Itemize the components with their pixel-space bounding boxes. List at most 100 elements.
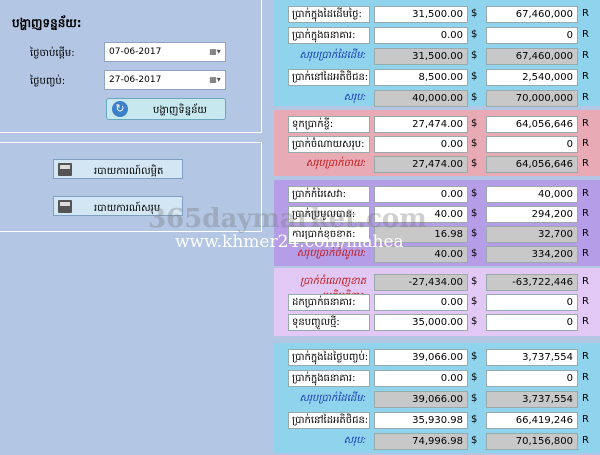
riel-value: -63,722,446	[486, 274, 578, 291]
summary-row: ប្រាក់ចំណេញខាតប្រតិបត្តិការ: -27,434.00$-…	[274, 272, 600, 302]
printer-icon	[58, 200, 72, 213]
summary-row: ប្រាក់ក្នុងធនាគារ: 0.00 $0 R	[274, 25, 600, 45]
filter-title: បង្ហាញទន្នន័យ:	[12, 16, 82, 30]
usd-currency: $	[471, 276, 478, 287]
summary-row: សរុប: 74,996.98 $70,156,800 R	[274, 431, 600, 451]
row-label: ប្រាក់ក្នុងធនាគារ:	[288, 27, 370, 44]
row-label: ទុនបញ្ចូលថ្មី:	[288, 314, 370, 331]
usd-value: 31,500.00	[374, 6, 468, 23]
summary-row: ទុនបញ្ចូលថ្មី: 35,000.00 $0 R	[274, 312, 600, 332]
usd-value: 0.00	[374, 294, 468, 311]
riel-value: 2,540,000	[486, 69, 578, 86]
riel-currency: R	[582, 71, 589, 82]
start-date-field[interactable]: 07-06-2017 ▦▾	[104, 42, 226, 62]
usd-currency: $	[471, 29, 478, 40]
summary-row: ប្រាក់កំរៃសេវា: 0.00 $40,000 R	[274, 184, 600, 204]
apply-filter-button[interactable]: ↻ បង្ហាញទិន្នន័យ	[106, 98, 226, 120]
usd-currency: $	[471, 372, 478, 383]
usd-value: 27,474.00	[374, 156, 468, 173]
riel-value: 67,460,000	[486, 48, 578, 65]
riel-currency: R	[582, 296, 589, 307]
usd-currency: $	[471, 316, 478, 327]
usd-value: 35,000.00	[374, 314, 468, 331]
riel-currency: R	[582, 393, 589, 404]
riel-currency: R	[582, 188, 589, 199]
usd-currency: $	[471, 228, 478, 239]
usd-currency: $	[471, 435, 478, 446]
riel-currency: R	[582, 138, 589, 149]
usd-currency: $	[471, 208, 478, 219]
riel-currency: R	[582, 316, 589, 327]
riel-value: 334,200	[486, 246, 578, 263]
usd-value: 0.00	[374, 136, 468, 153]
usd-value: 27,474.00	[374, 116, 468, 133]
end-date-value: 27-06-2017	[109, 75, 162, 85]
row-label: ដកប្រាក់ធនាគារ:	[288, 294, 370, 311]
riel-currency: R	[582, 50, 589, 61]
riel-value: 64,056,646	[486, 116, 578, 133]
usd-value: 0.00	[374, 27, 468, 44]
summary-row: ប្រាក់ក្នុងដៃថ្ងៃបញ្ចប់: 39,066.00 $3,737,…	[274, 347, 600, 367]
usd-value: 0.00	[374, 370, 468, 387]
riel-value: 67,460,000	[486, 6, 578, 23]
calendar-icon[interactable]: ▦▾	[208, 46, 222, 58]
row-label: សរុបប្រាក់ដៃដើម:	[299, 50, 366, 61]
usd-currency: $	[471, 188, 478, 199]
end-date-field[interactable]: 27-06-2017 ▦▾	[104, 70, 226, 90]
row-label: សរុបប្រាក់ដៃដើម:	[299, 393, 366, 404]
usd-currency: $	[471, 393, 478, 404]
riel-value: 0	[486, 294, 578, 311]
usd-currency: $	[471, 138, 478, 149]
riel-currency: R	[582, 435, 589, 446]
usd-currency: $	[471, 296, 478, 307]
usd-value: 0.00	[374, 186, 468, 203]
row-label: សរុបប្រាក់ចាយ:	[305, 158, 366, 169]
usd-currency: $	[471, 351, 478, 362]
usd-value: 35,930.98	[374, 412, 468, 429]
usd-currency: $	[471, 414, 478, 425]
calendar-icon[interactable]: ▦▾	[208, 74, 222, 86]
end-date-label: ថ្ងៃបញ្ចប់:	[30, 76, 66, 87]
usd-currency: $	[471, 248, 478, 259]
summary-row: សរុបប្រាក់ដៃដើម: 31,500.00 $67,460,000 R	[274, 46, 600, 66]
detail-report-label: របាយការណ៍លម្អិត	[94, 166, 164, 177]
summary-row: ប្រាក់ក្នុងធនាគារ: 0.00 $0 R	[274, 368, 600, 388]
summary-row: ប្រាក់នៅដៃអតិថិជន: 35,930.98 $66,419,246 R	[274, 410, 600, 430]
summary-section: ប្រាក់ក្នុងដៃដើមថ្ងៃ: 31,500.00 $67,460,00…	[274, 0, 600, 108]
riel-currency: R	[582, 372, 589, 383]
riel-value: 0	[486, 136, 578, 153]
riel-currency: R	[582, 29, 589, 40]
riel-currency: R	[582, 351, 589, 362]
usd-currency: $	[471, 8, 478, 19]
detail-report-button[interactable]: របាយការណ៍លម្អិត	[53, 159, 183, 179]
usd-value: 31,500.00	[374, 48, 468, 65]
summary-row: ប្រាក់ចំណាយសរុប: 0.00 $0 R	[274, 134, 600, 154]
row-label: ប្រាក់ចំណេញខាតប្រតិបត្តិការ:	[300, 276, 366, 302]
summary-section: ទុកប្រាក់ខ្ចី: 27,474.00 $64,056,646 R ប្រាក…	[274, 110, 600, 176]
usd-currency: $	[471, 71, 478, 82]
summary-row: ដកប្រាក់ធនាគារ: 0.00 $0 R	[274, 292, 600, 312]
riel-value: 70,000,000	[486, 90, 578, 107]
riel-currency: R	[582, 118, 589, 129]
usd-currency: $	[471, 92, 478, 103]
usd-value: 8,500.00	[374, 69, 468, 86]
summary-row: ទុកប្រាក់ខ្ចី: 27,474.00 $64,056,646 R	[274, 114, 600, 134]
start-date-value: 07-06-2017	[109, 47, 162, 57]
row-label: ប្រាក់ក្នុងធនាគារ:	[288, 370, 370, 387]
usd-value: -27,434.00	[374, 274, 468, 291]
riel-value: 32,700	[486, 226, 578, 243]
row-label: សរុប:	[343, 92, 366, 103]
row-label: ប្រាក់នៅដៃអតិថិជន:	[288, 412, 370, 429]
riel-value: 64,056,646	[486, 156, 578, 173]
riel-value: 40,000	[486, 186, 578, 203]
riel-value: 3,737,554	[486, 349, 578, 366]
usd-value: 39,066.00	[374, 349, 468, 366]
printer-icon	[58, 163, 72, 176]
usd-value: 74,996.98	[374, 433, 468, 450]
summary-row: សរុប: 40,000.00 $70,000,000 R	[274, 88, 600, 108]
riel-value: 294,200	[486, 206, 578, 223]
row-label: ប្រាក់ក្នុងដៃដើមថ្ងៃ:	[288, 6, 370, 23]
riel-value: 0	[486, 27, 578, 44]
usd-value: 40,000.00	[374, 90, 468, 107]
riel-currency: R	[582, 158, 589, 169]
